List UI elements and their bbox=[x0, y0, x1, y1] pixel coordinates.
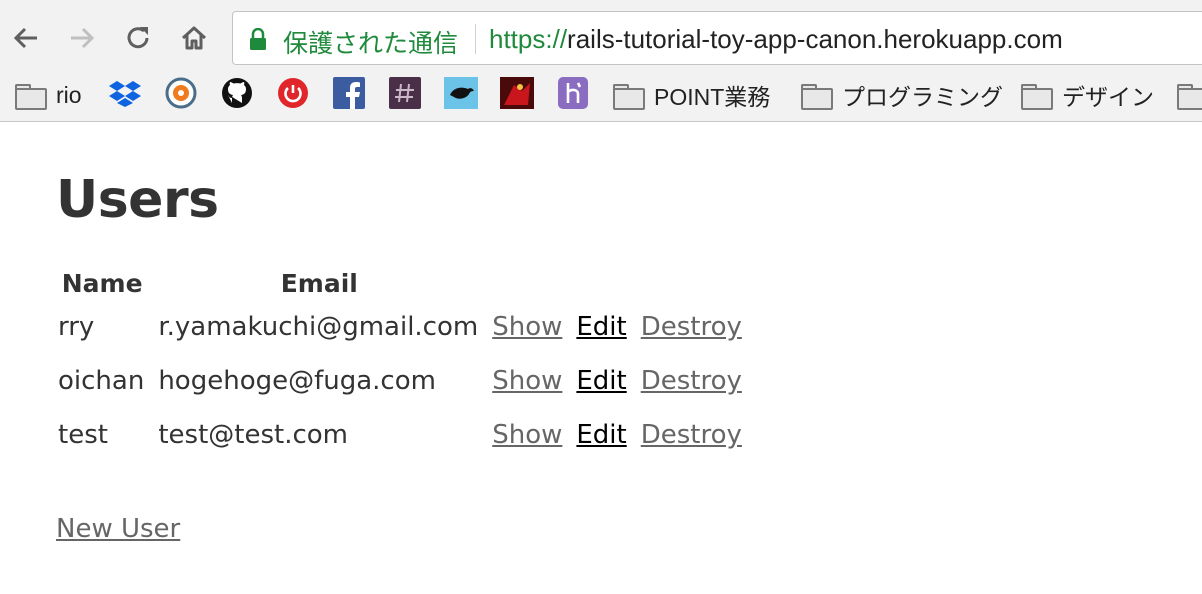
bookmark-dropbox[interactable] bbox=[108, 76, 142, 110]
address-bar[interactable]: 保護された通信 https://rails-tutorial-toy-app-c… bbox=[232, 11, 1202, 65]
show-link[interactable]: Show bbox=[492, 312, 562, 342]
back-button[interactable] bbox=[8, 20, 44, 56]
home-icon bbox=[181, 26, 207, 50]
user-name: oichan bbox=[58, 366, 145, 396]
user-email: test@test.com bbox=[158, 420, 348, 450]
bookmark-hash-app[interactable] bbox=[388, 76, 422, 110]
table-row: rry r.yamakuchi@gmail.com Show Edit Dest… bbox=[58, 300, 744, 354]
bookmark-bird-app[interactable] bbox=[444, 76, 478, 110]
edit-link[interactable]: Edit bbox=[576, 366, 626, 396]
folder-icon bbox=[800, 82, 833, 110]
new-user-link[interactable]: New User bbox=[56, 514, 180, 544]
table-row: test test@test.com Show Edit Destroy bbox=[58, 408, 744, 462]
bookmark-power[interactable] bbox=[276, 76, 310, 110]
destroy-link[interactable]: Destroy bbox=[641, 366, 742, 396]
url-scheme: https:// bbox=[489, 24, 568, 54]
column-header-name: Name bbox=[61, 268, 143, 298]
bookmark-folder-overflow[interactable] bbox=[1176, 78, 1202, 112]
lock-icon bbox=[250, 28, 266, 50]
user-email: hogehoge@fuga.com bbox=[158, 366, 436, 396]
table-row: oichan hogehoge@fuga.com Show Edit Destr… bbox=[58, 354, 744, 408]
bookmark-label: POINT業務 bbox=[654, 84, 771, 110]
bookmark-label: プログラミング bbox=[842, 84, 1003, 110]
show-link[interactable]: Show bbox=[492, 420, 562, 450]
user-email: r.yamakuchi@gmail.com bbox=[158, 312, 479, 342]
dropbox-icon bbox=[109, 81, 141, 107]
reload-button[interactable] bbox=[120, 20, 156, 56]
omnibox-divider bbox=[475, 24, 476, 54]
power-icon bbox=[278, 78, 308, 108]
folder-icon bbox=[14, 82, 47, 110]
table-header-row: Name Email bbox=[58, 266, 744, 300]
red-figure-icon bbox=[500, 77, 534, 109]
edit-link[interactable]: Edit bbox=[576, 312, 626, 342]
url-text[interactable]: https://rails-tutorial-toy-app-canon.her… bbox=[489, 24, 1063, 55]
page-title: Users bbox=[56, 170, 219, 230]
url-host: rails-tutorial-toy-app-canon.herokuapp.c… bbox=[567, 24, 1063, 54]
users-table: Name Email rry r.yamakuchi@gmail.com Sho… bbox=[46, 266, 756, 462]
bookmark-facebook[interactable] bbox=[332, 76, 366, 110]
column-header-actions bbox=[492, 266, 744, 300]
github-icon bbox=[222, 78, 252, 108]
bookmark-heroku[interactable] bbox=[556, 76, 590, 110]
bookmark-github[interactable] bbox=[220, 76, 254, 110]
folder-icon bbox=[1176, 82, 1202, 110]
heroku-icon bbox=[558, 77, 588, 109]
forward-arrow-icon bbox=[71, 27, 95, 49]
bookmark-folder-rio[interactable]: rio bbox=[14, 78, 82, 112]
user-name: test bbox=[58, 420, 108, 450]
hash-icon bbox=[389, 77, 421, 109]
destroy-link[interactable]: Destroy bbox=[641, 312, 742, 342]
user-name: rry bbox=[58, 312, 95, 342]
bookmark-folder-point[interactable]: POINT業務 bbox=[612, 78, 770, 112]
bookmark-folder-programming[interactable]: プログラミング bbox=[800, 78, 1003, 112]
bookmark-circle-app[interactable] bbox=[164, 76, 198, 110]
edit-link[interactable]: Edit bbox=[576, 420, 626, 450]
orange-flower-icon bbox=[165, 77, 197, 109]
home-button[interactable] bbox=[176, 20, 212, 56]
bookmark-label: デザイン bbox=[1062, 84, 1154, 110]
reload-icon bbox=[127, 27, 149, 49]
forward-button[interactable] bbox=[64, 20, 100, 56]
secure-connection-label[interactable]: 保護された通信 bbox=[283, 24, 458, 60]
bookmarks-bar: rio POINT業務 プログラミング デザイン bbox=[0, 72, 1202, 116]
folder-icon bbox=[1020, 82, 1053, 110]
bird-icon bbox=[444, 77, 478, 109]
facebook-icon bbox=[333, 77, 365, 109]
browser-toolbar: 保護された通信 https://rails-tutorial-toy-app-c… bbox=[0, 0, 1202, 122]
page-content: Users bbox=[56, 170, 219, 230]
bookmark-red-app[interactable] bbox=[500, 76, 534, 110]
destroy-link[interactable]: Destroy bbox=[641, 420, 742, 450]
back-arrow-icon bbox=[13, 27, 37, 49]
bookmark-label: rio bbox=[56, 81, 82, 108]
column-header-email: Email bbox=[280, 268, 358, 298]
bookmark-folder-design[interactable]: デザイン bbox=[1020, 78, 1154, 112]
folder-icon bbox=[612, 82, 645, 110]
show-link[interactable]: Show bbox=[492, 366, 562, 396]
